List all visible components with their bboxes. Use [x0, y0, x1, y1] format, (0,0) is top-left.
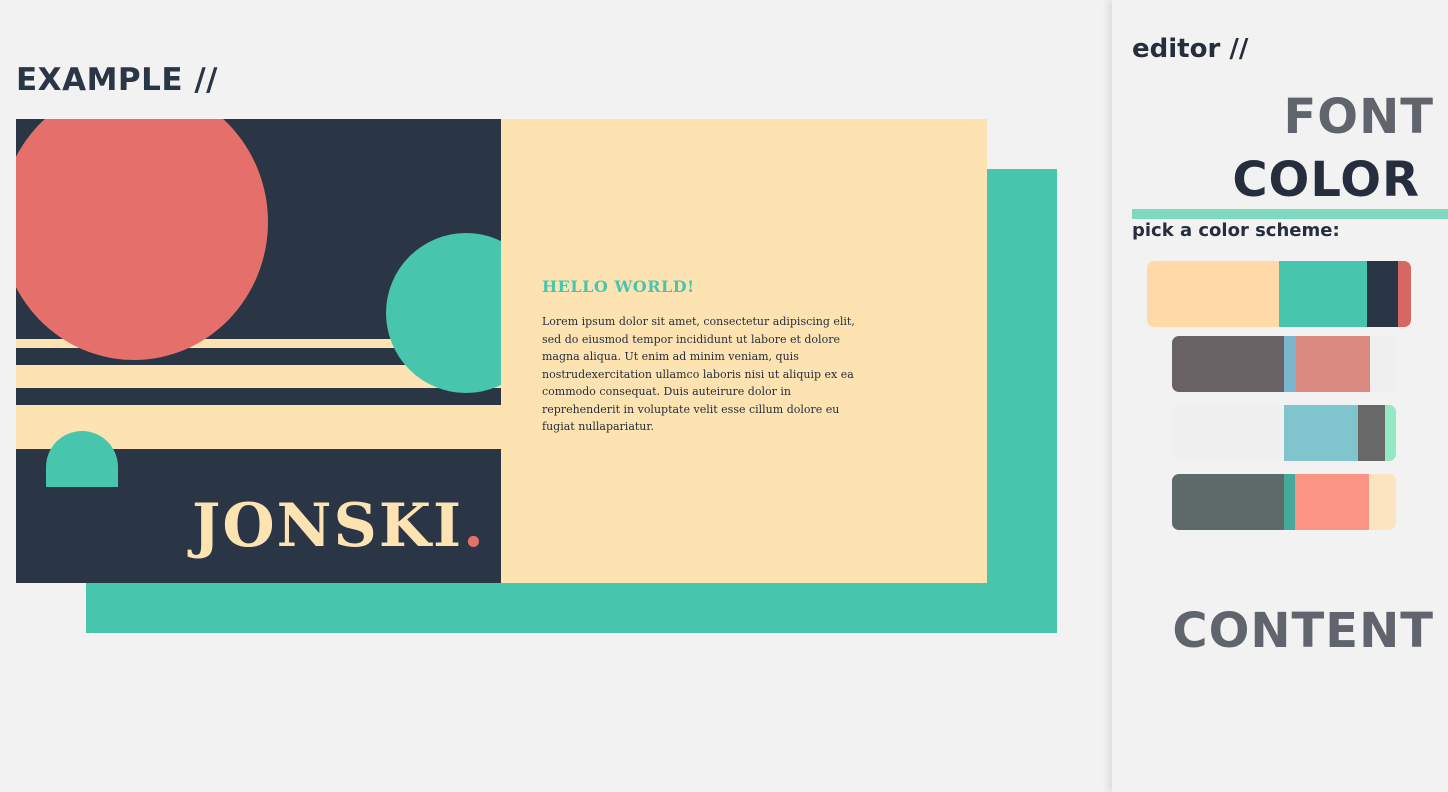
color-swatch [1369, 474, 1396, 530]
color-swatch [1284, 405, 1358, 461]
color-swatch [1296, 336, 1370, 392]
color-scheme-option[interactable] [1147, 261, 1411, 327]
color-swatch [1385, 405, 1396, 461]
color-swatch [1147, 261, 1279, 327]
color-scheme-label: pick a color scheme: [1132, 220, 1340, 241]
color-swatch [1284, 474, 1295, 530]
color-swatch [1370, 336, 1396, 392]
font-section-tab[interactable]: FONT [1283, 93, 1434, 141]
color-swatch [1358, 405, 1385, 461]
card-body-text: Lorem ipsum dolor sit amet, consectetur … [542, 315, 855, 433]
color-swatch [1172, 336, 1284, 392]
color-swatch [1172, 474, 1284, 530]
color-swatch [1279, 261, 1367, 327]
preview-card: JONSKI. HELLO WORLD! Lorem ipsum dolor s… [16, 119, 987, 583]
active-section-indicator [1132, 209, 1448, 219]
color-swatch [1398, 261, 1411, 327]
color-swatch [1172, 405, 1284, 461]
color-swatch [1295, 474, 1369, 530]
card-heading: HELLO WORLD! [542, 277, 695, 296]
color-scheme-option[interactable] [1172, 336, 1396, 392]
card-text-panel: HELLO WORLD! Lorem ipsum dolor sit amet,… [501, 119, 987, 583]
card-graphic-panel: JONSKI. [16, 119, 501, 583]
brand-text: JONSKI [192, 491, 464, 561]
content-section-tab[interactable]: CONTENT [1172, 607, 1434, 655]
color-scheme-option[interactable] [1172, 405, 1396, 461]
editor-title: editor // [1132, 34, 1249, 64]
example-title: EXAMPLE // [16, 62, 219, 98]
editor-panel: editor // FONT COLOR pick a color scheme… [1112, 0, 1448, 792]
brand-name: JONSKI. [192, 491, 486, 561]
color-section-tab[interactable]: COLOR [1232, 156, 1420, 204]
color-swatch [1284, 336, 1296, 392]
color-swatch [1367, 261, 1398, 327]
brand-dot: . [463, 491, 486, 561]
coral-circle [16, 119, 268, 360]
color-scheme-option[interactable] [1172, 474, 1396, 530]
